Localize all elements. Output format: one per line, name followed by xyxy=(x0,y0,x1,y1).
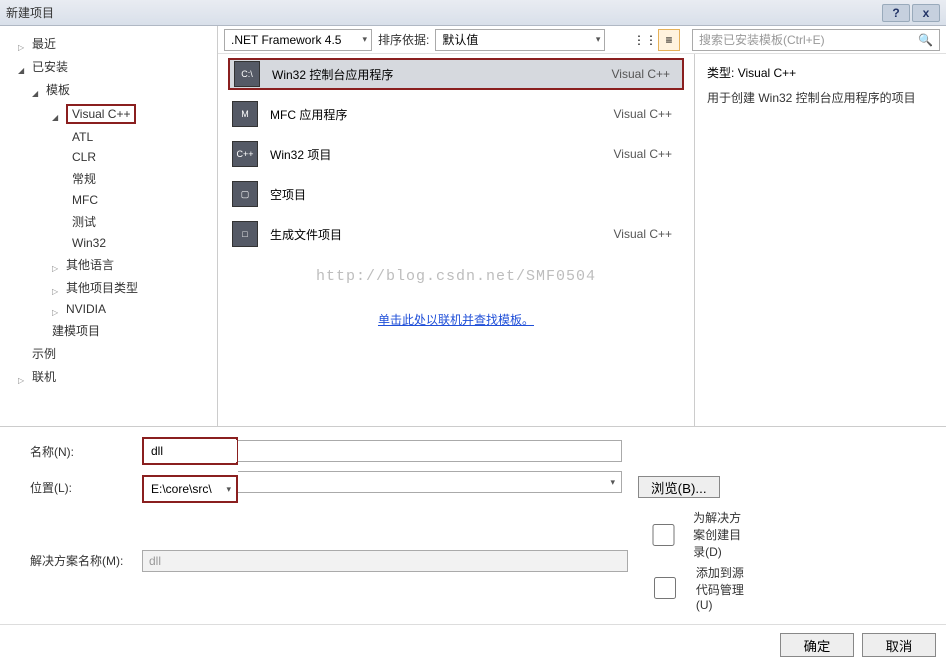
makefile-icon: □ xyxy=(232,221,258,247)
type-label: 类型: xyxy=(707,66,734,80)
template-row[interactable]: C:\ Win32 控制台应用程序 Visual C++ xyxy=(218,54,694,94)
create-dir-checkbox[interactable]: 为解决方案创建目录(D) xyxy=(638,509,750,560)
location-label: 位置(L): xyxy=(30,479,142,496)
sort-combo[interactable]: 默认值 xyxy=(435,29,605,51)
sidebar-clr[interactable]: CLR xyxy=(0,147,217,167)
watermark: http://blog.csdn.net/SMF0504 xyxy=(218,254,694,299)
sidebar-modeling[interactable]: 建模项目 xyxy=(0,319,217,342)
help-button[interactable]: ? xyxy=(882,4,910,22)
search-icon: 🔍 xyxy=(918,33,933,47)
sidebar-test[interactable]: 测试 xyxy=(0,210,217,233)
empty-icon: ▢ xyxy=(232,181,258,207)
view-list-icon[interactable]: ≡ xyxy=(658,29,680,51)
sort-label: 排序依据: xyxy=(378,31,429,48)
sidebar-general[interactable]: 常规 xyxy=(0,167,217,190)
console-icon: C:\ xyxy=(234,61,260,87)
sidebar-otherlang[interactable]: 其他语言 xyxy=(0,253,217,276)
toolbar: .NET Framework 4.5 排序依据: 默认值 ⋮⋮ ≡ 搜索已安装模… xyxy=(218,26,946,54)
sidebar-mfc[interactable]: MFC xyxy=(0,190,217,210)
name-input[interactable] xyxy=(145,440,237,462)
sidebar-templates[interactable]: 模板 xyxy=(0,78,217,101)
sidebar-win32[interactable]: Win32 xyxy=(0,233,217,253)
sidebar-example[interactable]: 示例 xyxy=(0,342,217,365)
sidebar-nvidia[interactable]: NVIDIA xyxy=(0,299,217,319)
sidebar-vcpp[interactable]: Visual C++ xyxy=(0,101,217,127)
close-button[interactable]: x xyxy=(912,4,940,22)
solution-input xyxy=(142,550,628,572)
template-row[interactable]: M MFC 应用程序 Visual C++ xyxy=(218,94,694,134)
sidebar-atl[interactable]: ATL xyxy=(0,127,217,147)
source-control-checkbox[interactable]: 添加到源代码管理(U) xyxy=(638,564,750,612)
framework-combo[interactable]: .NET Framework 4.5 xyxy=(224,29,372,51)
name-label: 名称(N): xyxy=(30,443,142,460)
window-title: 新建项目 xyxy=(6,4,882,21)
title-bar: 新建项目 ? x xyxy=(0,0,946,26)
template-row[interactable]: □ 生成文件项目 Visual C++ xyxy=(218,214,694,254)
template-list: C:\ Win32 控制台应用程序 Visual C++ M MFC 应用程序 … xyxy=(218,54,694,426)
browse-button[interactable]: 浏览(B)... xyxy=(638,476,720,498)
sidebar-recent[interactable]: 最近 xyxy=(0,32,217,55)
view-grid-icon[interactable]: ⋮⋮ xyxy=(634,29,656,51)
sidebar-installed[interactable]: 已安装 xyxy=(0,55,217,78)
form-area: 名称(N): 位置(L): E:\core\src\ 浏览(B)... 解决方案… xyxy=(0,426,946,624)
template-row[interactable]: C++ Win32 项目 Visual C++ xyxy=(218,134,694,174)
description-panel: 类型: Visual C++ 用于创建 Win32 控制台应用程序的项目 xyxy=(694,54,946,426)
solution-label: 解决方案名称(M): xyxy=(30,552,142,569)
sidebar: 最近 已安装 模板 Visual C++ ATL CLR 常规 MFC 测试 W… xyxy=(0,26,218,426)
template-row[interactable]: ▢ 空项目 xyxy=(218,174,694,214)
mfc-icon: M xyxy=(232,101,258,127)
location-combo[interactable] xyxy=(238,471,622,493)
sidebar-otherproj[interactable]: 其他项目类型 xyxy=(0,276,217,299)
sidebar-online[interactable]: 联机 xyxy=(0,365,217,388)
online-link[interactable]: 单击此处以联机并查找模板。 xyxy=(218,299,694,340)
cancel-button[interactable]: 取消 xyxy=(862,633,936,657)
ok-button[interactable]: 确定 xyxy=(780,633,854,657)
win32-icon: C++ xyxy=(232,141,258,167)
name-input-ext[interactable] xyxy=(238,440,622,462)
search-input[interactable]: 搜索已安装模板(Ctrl+E) 🔍 xyxy=(692,29,940,51)
type-value: Visual C++ xyxy=(738,66,796,80)
type-description: 用于创建 Win32 控制台应用程序的项目 xyxy=(707,89,934,106)
